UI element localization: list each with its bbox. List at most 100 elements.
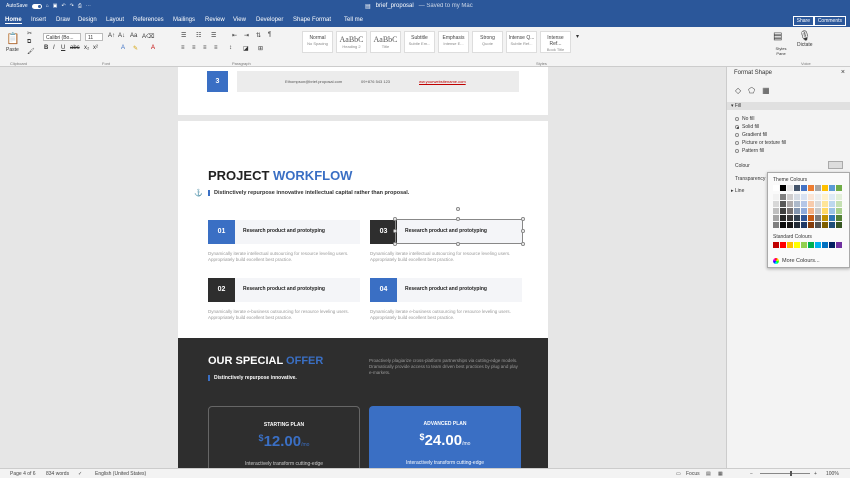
text-effects-icon[interactable]: A	[121, 45, 125, 51]
document-canvas[interactable]: 3 Ethompson@brief.proposal.com 09+876 54…	[0, 67, 726, 468]
theme-shade-swatch[interactable]	[773, 194, 779, 200]
tab-layout[interactable]: Layout	[106, 17, 124, 23]
zoom-in-icon[interactable]: +	[814, 471, 817, 477]
font-color-icon[interactable]: A	[151, 45, 155, 51]
sort-icon[interactable]: ⇅	[256, 32, 261, 39]
tab-review[interactable]: Review	[205, 17, 225, 23]
tab-mailings[interactable]: Mailings	[173, 17, 195, 23]
tab-home[interactable]: Home	[5, 17, 22, 24]
subscript-icon[interactable]: x₂	[84, 45, 89, 51]
save-icon[interactable]: ▣	[53, 3, 58, 9]
fill-line-icon[interactable]: ◇	[735, 86, 741, 95]
starting-plan-card[interactable]: STARTING PLAN $12.00/mo Interactively tr…	[208, 406, 360, 468]
shape-selection-frame[interactable]	[395, 219, 523, 244]
zoom-out-icon[interactable]: −	[750, 471, 753, 477]
word-count[interactable]: 834 words	[46, 471, 69, 477]
theme-colour-swatch[interactable]	[808, 185, 814, 191]
theme-shade-swatch[interactable]	[773, 201, 779, 207]
underline-icon[interactable]: U	[61, 45, 65, 51]
theme-shade-swatch[interactable]	[801, 222, 807, 228]
fill-section-header[interactable]: ▾ Fill	[727, 102, 850, 110]
standard-colour-swatch[interactable]	[836, 242, 842, 248]
theme-shade-swatch[interactable]	[773, 222, 779, 228]
tab-view[interactable]: View	[233, 17, 246, 23]
grow-font-icon[interactable]: A↑	[108, 33, 115, 39]
theme-colour-swatch[interactable]	[780, 185, 786, 191]
tab-tell-me[interactable]: Tell me	[344, 17, 363, 23]
autosave-toggle[interactable]	[31, 3, 42, 9]
theme-shade-swatch[interactable]	[836, 208, 842, 214]
theme-shade-swatch[interactable]	[822, 208, 828, 214]
tab-references[interactable]: References	[133, 17, 164, 23]
theme-shade-swatch[interactable]	[829, 208, 835, 214]
tab-draw[interactable]: Draw	[56, 17, 70, 23]
radio-button[interactable]	[735, 149, 739, 153]
style-item[interactable]: AaBbC Title	[370, 31, 401, 53]
theme-shade-swatch[interactable]	[773, 215, 779, 221]
theme-shade-swatch[interactable]	[808, 208, 814, 214]
tab-insert[interactable]: Insert	[31, 17, 46, 23]
align-left-icon[interactable]: ≡	[181, 45, 185, 51]
standard-colour-swatch[interactable]	[794, 242, 800, 248]
standard-colour-swatch[interactable]	[801, 242, 807, 248]
theme-colour-swatch[interactable]	[836, 185, 842, 191]
standard-colour-swatch[interactable]	[822, 242, 828, 248]
resize-handle[interactable]	[521, 229, 525, 233]
bold-icon[interactable]: B	[44, 45, 48, 51]
multilevel-icon[interactable]: ☰	[211, 32, 216, 39]
standard-colour-swatch[interactable]	[829, 242, 835, 248]
theme-shade-swatch[interactable]	[780, 194, 786, 200]
solid-fill-option[interactable]: Solid fill	[735, 124, 759, 130]
resize-handle[interactable]	[521, 217, 525, 221]
radio-button[interactable]	[735, 141, 739, 145]
theme-shade-swatch[interactable]	[808, 201, 814, 207]
theme-shade-swatch[interactable]	[808, 194, 814, 200]
theme-shade-swatch[interactable]	[787, 201, 793, 207]
share-button[interactable]: Share	[792, 16, 814, 26]
more-colours-button[interactable]: More Colours...	[773, 258, 820, 264]
theme-shade-swatch[interactable]	[815, 222, 821, 228]
radio-button[interactable]	[735, 125, 739, 129]
theme-shade-swatch[interactable]	[794, 215, 800, 221]
resize-handle[interactable]	[393, 242, 397, 246]
page-count[interactable]: Page 4 of 6	[10, 471, 36, 477]
pattern-fill-option[interactable]: Pattern fill	[735, 148, 764, 154]
theme-shade-swatch[interactable]	[822, 201, 828, 207]
radio-button[interactable]	[735, 133, 739, 137]
theme-colour-swatch[interactable]	[787, 185, 793, 191]
numbering-icon[interactable]: ☷	[196, 32, 201, 39]
style-item[interactable]: Strong Quote	[472, 31, 503, 53]
radio-button[interactable]	[735, 117, 739, 121]
theme-shade-swatch[interactable]	[822, 194, 828, 200]
resize-handle[interactable]	[393, 217, 397, 221]
resize-handle[interactable]	[521, 242, 525, 246]
borders-icon[interactable]: ⊞	[258, 45, 263, 52]
format-painter-icon[interactable]: 🖌	[27, 48, 35, 55]
web-layout-icon[interactable]: ▦	[718, 471, 723, 477]
show-marks-icon[interactable]: ¶	[268, 32, 271, 38]
theme-shade-swatch[interactable]	[815, 194, 821, 200]
cut-icon[interactable]: ✂	[27, 30, 32, 37]
shading-icon[interactable]: ◪	[243, 45, 249, 52]
highlight-icon[interactable]: ✎	[133, 45, 138, 52]
theme-shade-swatch[interactable]	[794, 222, 800, 228]
theme-shade-swatch[interactable]	[787, 222, 793, 228]
rotate-handle[interactable]	[456, 207, 460, 211]
language[interactable]: English (United States)	[95, 471, 146, 477]
change-case-icon[interactable]: Aa	[130, 33, 137, 39]
theme-shade-swatch[interactable]	[836, 194, 842, 200]
align-center-icon[interactable]: ≡	[192, 45, 196, 51]
style-item[interactable]: AaBbC Heading 2	[336, 31, 367, 53]
more-icon[interactable]: ⋯	[86, 3, 91, 9]
superscript-icon[interactable]: x²	[93, 45, 98, 51]
italic-icon[interactable]: I	[53, 45, 55, 51]
theme-shade-swatch[interactable]	[780, 201, 786, 207]
style-item[interactable]: Emphasis Intense E...	[438, 31, 469, 53]
standard-colour-swatch[interactable]	[773, 242, 779, 248]
theme-shade-swatch[interactable]	[829, 194, 835, 200]
theme-shade-swatch[interactable]	[829, 215, 835, 221]
theme-shade-swatch[interactable]	[836, 201, 842, 207]
theme-colour-swatch[interactable]	[829, 185, 835, 191]
contact-website[interactable]: ww.yourwebsitename.com	[419, 79, 466, 84]
theme-colour-swatch[interactable]	[815, 185, 821, 191]
